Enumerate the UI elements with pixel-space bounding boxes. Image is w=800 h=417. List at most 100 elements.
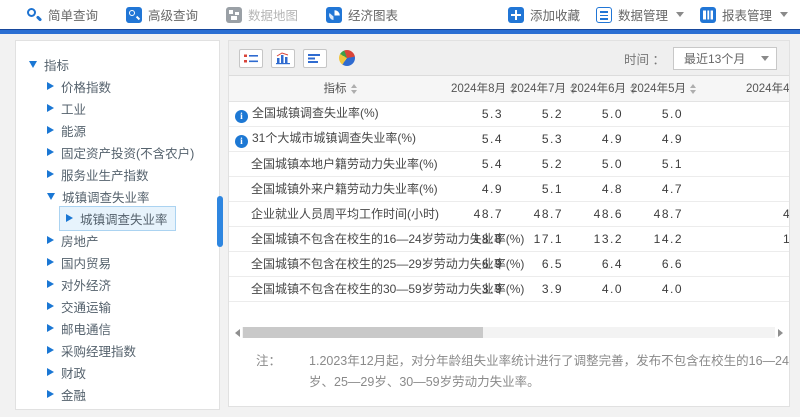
- value-cell: 5.0: [631, 101, 691, 126]
- tree-item-urban-survey-unemployment[interactable]: 城镇调查失业率: [16, 185, 219, 207]
- tree-item-fiscal[interactable]: 财政: [16, 361, 219, 383]
- tree-label: 价格指数: [61, 77, 111, 96]
- tree-item-real-estate[interactable]: 房地产: [16, 229, 219, 251]
- value-cell: 48.7: [511, 201, 571, 226]
- collapse-arrow-icon[interactable]: [47, 193, 55, 200]
- expand-arrow-icon[interactable]: [47, 390, 54, 398]
- tree-item-foreign-economy[interactable]: 对外经济: [16, 273, 219, 295]
- header-indicator[interactable]: 指标: [229, 76, 451, 101]
- tree-item-urban-survey-unemployment-child-selected[interactable]: 城镇调查失业率: [16, 207, 219, 229]
- scroll-right-button[interactable]: [775, 326, 785, 339]
- table-row: 全国城镇不包含在校生的16—24岁劳动力失业率(%) 18.8 17.1 13.…: [229, 226, 789, 251]
- expand-arrow-icon[interactable]: [47, 82, 54, 90]
- sort-icon[interactable]: [351, 84, 357, 94]
- value-cell: 5.2: [511, 101, 571, 126]
- value-cell: 13.2: [571, 226, 631, 251]
- collapse-arrow-icon[interactable]: [29, 61, 37, 68]
- info-icon[interactable]: i: [235, 110, 248, 123]
- expand-arrow-icon[interactable]: [47, 302, 54, 310]
- plus-icon: [508, 7, 524, 23]
- expand-arrow-icon[interactable]: [47, 258, 54, 266]
- value-cell: [691, 151, 789, 176]
- table-row: i31个大城市城镇调查失业率(%) 5.4 5.3 4.9 4.9: [229, 126, 789, 151]
- expand-arrow-icon[interactable]: [47, 148, 54, 156]
- tree-item-industry[interactable]: 工业: [16, 97, 219, 119]
- footnote-text: 1.2023年12月起，对分年龄组失业率统计进行了调整完善，发布不包含在校生的1…: [309, 351, 790, 393]
- tree-item-domestic-trade[interactable]: 国内贸易: [16, 251, 219, 273]
- value-cell: 4.0: [571, 276, 631, 301]
- chevron-down-icon: [676, 12, 684, 17]
- expand-arrow-icon[interactable]: [47, 104, 54, 112]
- selected-highlight: 城镇调查失业率: [59, 206, 176, 231]
- value-cell: 48.7: [451, 201, 511, 226]
- tree-item-transportation[interactable]: 交通运输: [16, 295, 219, 317]
- indicator-label: 企业就业人员周平均工作时间(小时): [251, 207, 439, 221]
- data-management-menu[interactable]: 数据管理: [596, 5, 684, 24]
- expand-arrow-icon[interactable]: [47, 346, 54, 354]
- header-month[interactable]: 2024年7月: [511, 76, 571, 101]
- value-cell: [691, 176, 789, 201]
- value-cell: 4.7: [631, 176, 691, 201]
- nav-item-data-map[interactable]: 数据地图: [226, 5, 298, 24]
- header-month[interactable]: 2024年6月: [571, 76, 631, 101]
- value-cell: 5.0: [571, 101, 631, 126]
- expand-arrow-icon[interactable]: [47, 368, 54, 376]
- header-month[interactable]: 2024年4月: [691, 76, 789, 101]
- footnote-label: 注：: [256, 351, 281, 393]
- bar-chart-view-button[interactable]: [271, 49, 295, 68]
- info-icon[interactable]: i: [235, 135, 248, 148]
- value-cell: 1: [691, 226, 789, 251]
- table-row: 企业就业人员周平均工作时间(小时) 48.7 48.7 48.6 48.7 4: [229, 201, 789, 226]
- nav-item-simple-query[interactable]: 简单查询: [26, 5, 98, 24]
- nav-item-advanced-query[interactable]: 高级查询: [126, 5, 198, 24]
- value-cell: 5.4: [451, 151, 511, 176]
- value-cell: 4.9: [631, 126, 691, 151]
- tree-label: 固定资产投资(不含农户): [61, 143, 194, 162]
- add-favorite-button[interactable]: 添加收藏: [508, 5, 580, 24]
- header-month[interactable]: 2024年5月: [631, 76, 691, 101]
- tree-item-fixed-asset-investment[interactable]: 固定资产投资(不含农户): [16, 141, 219, 163]
- value-cell: 5.4: [451, 126, 511, 151]
- expand-arrow-icon[interactable]: [66, 214, 73, 222]
- top-navigation: 简单查询 高级查询 数据地图 经济图表 添加收藏 数据管理: [0, 0, 800, 29]
- time-label: 时间 ：: [624, 49, 665, 68]
- scroll-left-button[interactable]: [232, 326, 242, 339]
- sort-icon[interactable]: [690, 84, 696, 94]
- time-range-dropdown[interactable]: 最近13个月: [673, 47, 777, 70]
- tree-item-price-index[interactable]: 价格指数: [16, 75, 219, 97]
- expand-arrow-icon[interactable]: [47, 236, 54, 244]
- footnote: 注： 1.2023年12月起，对分年龄组失业率统计进行了调整完善，发布不包含在校…: [256, 351, 790, 393]
- table-view-button[interactable]: [239, 49, 263, 68]
- expand-arrow-icon[interactable]: [47, 126, 54, 134]
- data-panel: 时间 ： 最近13个月 指标 2024年8月 2024年7月 2024年6月 2…: [228, 40, 790, 407]
- tree-item-post-telecom[interactable]: 邮电通信: [16, 317, 219, 339]
- expand-arrow-icon[interactable]: [47, 324, 54, 332]
- time-range-value: 最近13个月: [684, 50, 745, 67]
- data-management-icon: [596, 7, 612, 23]
- nav-label: 数据地图: [248, 5, 298, 24]
- tree-label: 交通运输: [61, 297, 111, 316]
- header-month[interactable]: 2024年8月: [451, 76, 511, 101]
- pie-chart-icon: [339, 50, 355, 66]
- expand-arrow-icon[interactable]: [47, 280, 54, 288]
- value-cell: 5.1: [631, 151, 691, 176]
- horizontal-scrollbar-thumb[interactable]: [243, 327, 483, 338]
- table-row: 全国城镇外来户籍劳动力失业率(%) 4.9 5.1 4.8 4.7: [229, 176, 789, 201]
- tree-root-indicators[interactable]: 指标: [16, 53, 219, 75]
- hbar-chart-view-button[interactable]: [303, 49, 327, 68]
- scrollbar-track[interactable]: [242, 327, 775, 338]
- pie-chart-view-button[interactable]: [335, 49, 359, 68]
- nav-label: 简单查询: [48, 5, 98, 24]
- report-management-menu[interactable]: 报表管理: [700, 5, 788, 24]
- tree-item-pmi[interactable]: 采购经理指数: [16, 339, 219, 361]
- vertical-scrollbar-thumb[interactable]: [217, 196, 223, 247]
- nav-item-economic-charts[interactable]: 经济图表: [326, 5, 398, 24]
- horizontal-bar-chart-icon: [306, 52, 324, 65]
- data-table-container: 指标 2024年8月 2024年7月 2024年6月 2024年5月 2024年…: [229, 76, 789, 302]
- tree-item-service-production-index[interactable]: 服务业生产指数: [16, 163, 219, 185]
- pie-chart-icon: [326, 7, 342, 23]
- tree-item-finance[interactable]: 金融: [16, 383, 219, 405]
- tree-item-energy[interactable]: 能源: [16, 119, 219, 141]
- expand-arrow-icon[interactable]: [47, 170, 54, 178]
- value-cell: 14.2: [631, 226, 691, 251]
